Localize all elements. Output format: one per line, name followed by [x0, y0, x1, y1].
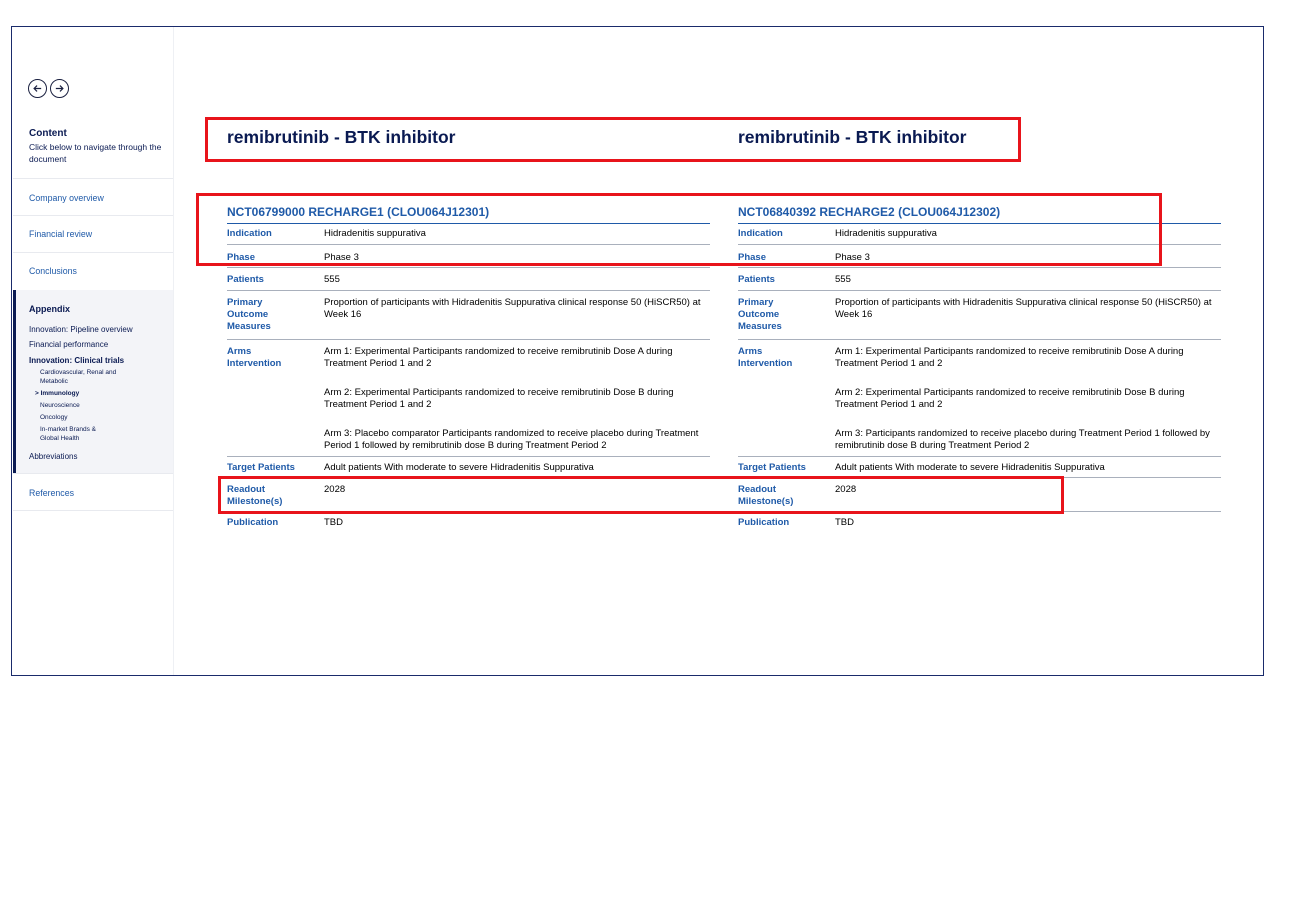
- value-readout: 2028: [324, 484, 346, 495]
- row-phase: Phase Phase 3: [738, 245, 1221, 268]
- trial-card-right: NCT06840392 RECHARGE2 (CLOU064J12302) In…: [738, 205, 1221, 533]
- appendix-pipeline-overview[interactable]: Innovation: Pipeline overview: [29, 325, 133, 334]
- trial-title: NCT06840392 RECHARGE2 (CLOU064J12302): [738, 205, 1221, 224]
- clinical-sub-neuroscience[interactable]: Neuroscience: [40, 402, 80, 411]
- value-target-patients: Adult patients With moderate to severe H…: [324, 461, 594, 473]
- clinical-sub-immunology[interactable]: > Immunology: [35, 390, 79, 399]
- main-content: remibrutinib - BTK inhibitor remibrutini…: [174, 27, 1264, 675]
- trial-card-left: NCT06799000 RECHARGE1 (CLOU064J12301) In…: [227, 205, 710, 533]
- value-publication: TBD: [835, 517, 854, 528]
- label-target-patients: Target Patients: [738, 461, 806, 473]
- label-target-patients: Target Patients: [227, 461, 295, 473]
- arm-item: Arm 2: Experimental Participants randomi…: [324, 386, 674, 411]
- value-phase: Phase 3: [324, 251, 359, 263]
- nav-conclusions[interactable]: Conclusions: [29, 266, 77, 276]
- nav-company-overview[interactable]: Company overview: [29, 193, 104, 203]
- row-target-patients: Target Patients Adult patients With mode…: [738, 457, 1221, 478]
- appendix-abbreviations[interactable]: Abbreviations: [29, 452, 77, 461]
- clinical-sub-oncology[interactable]: Oncology: [40, 414, 67, 423]
- value-publication: TBD: [324, 517, 343, 528]
- row-arms: Arms Intervention Arm 1: Experimental Pa…: [227, 340, 710, 457]
- label-indication: Indication: [227, 228, 272, 239]
- slide: Content Click below to navigate through …: [11, 26, 1264, 676]
- label-primary-outcome: Primary Outcome Measures: [227, 296, 271, 332]
- value-arms: Arm 1: Experimental Participants randomi…: [324, 346, 710, 453]
- arrow-right-icon[interactable]: [50, 79, 69, 98]
- label-publication: Publication: [738, 517, 790, 528]
- value-indication: Hidradenitis suppurativa: [324, 228, 426, 239]
- value-target-patients: Adult patients With moderate to severe H…: [835, 461, 1105, 473]
- label-primary-outcome: Primary Outcome Measures: [738, 296, 782, 332]
- divider: [13, 178, 173, 179]
- row-primary-outcome: Primary Outcome Measures Proportion of p…: [227, 291, 710, 340]
- appendix-section: Appendix Innovation: Pipeline overview F…: [13, 290, 173, 473]
- nav-references[interactable]: References: [29, 488, 74, 498]
- nav-financial-review[interactable]: Financial review: [29, 229, 92, 239]
- value-indication: Hidradenitis suppurativa: [835, 228, 937, 239]
- value-patients: 555: [324, 274, 340, 285]
- arm-item: Arm 3: Placebo comparator Participants r…: [324, 427, 699, 452]
- row-patients: Patients 555: [738, 268, 1221, 291]
- clinical-sub-inmarket-brands[interactable]: In-market Brands & Global Health: [40, 426, 110, 443]
- row-phase: Phase Phase 3: [227, 245, 710, 268]
- value-primary-outcome: Proportion of participants with Hidraden…: [835, 296, 1212, 321]
- row-readout: Readout Milestone(s) 2028: [227, 478, 710, 512]
- value-primary-outcome: Proportion of participants with Hidraden…: [324, 296, 701, 321]
- appendix-clinical-trials[interactable]: Innovation: Clinical trials: [29, 356, 124, 365]
- row-patients: Patients 555: [227, 268, 710, 291]
- label-patients: Patients: [738, 274, 775, 285]
- row-indication: Indication Hidradenitis suppurativa: [227, 224, 710, 245]
- row-publication: Publication TBD: [227, 512, 710, 533]
- page-nav-arrows: [28, 79, 69, 98]
- arm-item: Arm 1: Experimental Participants randomi…: [324, 345, 673, 370]
- row-publication: Publication TBD: [738, 512, 1221, 533]
- divider: [13, 473, 173, 474]
- row-target-patients: Target Patients Adult patients With mode…: [227, 457, 710, 478]
- value-patients: 555: [835, 274, 851, 285]
- label-phase: Phase: [227, 251, 255, 263]
- row-indication: Indication Hidradenitis suppurativa: [738, 224, 1221, 245]
- label-indication: Indication: [738, 228, 783, 239]
- content-subtitle: Click below to navigate through the docu…: [29, 142, 162, 164]
- appendix-title[interactable]: Appendix: [29, 304, 70, 314]
- appendix-financial-performance[interactable]: Financial performance: [29, 340, 108, 349]
- sidebar: Content Click below to navigate through …: [12, 27, 174, 675]
- drug-heading-right: remibrutinib - BTK inhibitor: [738, 127, 967, 147]
- trial-title: NCT06799000 RECHARGE1 (CLOU064J12301): [227, 205, 710, 224]
- divider: [13, 215, 173, 216]
- label-publication: Publication: [227, 517, 279, 528]
- divider: [13, 510, 173, 511]
- row-primary-outcome: Primary Outcome Measures Proportion of p…: [738, 291, 1221, 340]
- label-readout: Readout Milestone(s): [738, 484, 794, 507]
- row-arms: Arms Intervention Arm 1: Experimental Pa…: [738, 340, 1221, 457]
- divider: [13, 252, 173, 253]
- label-arms: Arms Intervention: [738, 345, 793, 369]
- value-phase: Phase 3: [835, 251, 870, 263]
- label-patients: Patients: [227, 274, 264, 285]
- value-arms: Arm 1: Experimental Participants randomi…: [835, 346, 1221, 453]
- label-arms: Arms Intervention: [227, 345, 282, 369]
- arm-item: Arm 3: Participants randomized to receiv…: [835, 427, 1210, 452]
- label-readout: Readout Milestone(s): [227, 484, 283, 507]
- drug-heading-left: remibrutinib - BTK inhibitor: [227, 127, 456, 147]
- value-readout: 2028: [835, 484, 857, 495]
- arrow-left-icon[interactable]: [28, 79, 47, 98]
- arm-item: Arm 1: Experimental Participants randomi…: [835, 345, 1184, 370]
- arm-item: Arm 2: Experimental Participants randomi…: [835, 386, 1185, 411]
- row-readout: Readout Milestone(s) 2028: [738, 478, 1221, 512]
- clinical-sub-cardiovascular[interactable]: Cardiovascular, Renal and Metabolic: [40, 369, 130, 386]
- content-title: Content: [29, 128, 67, 139]
- content-header: Content Click below to navigate through …: [29, 128, 169, 165]
- label-phase: Phase: [738, 251, 766, 263]
